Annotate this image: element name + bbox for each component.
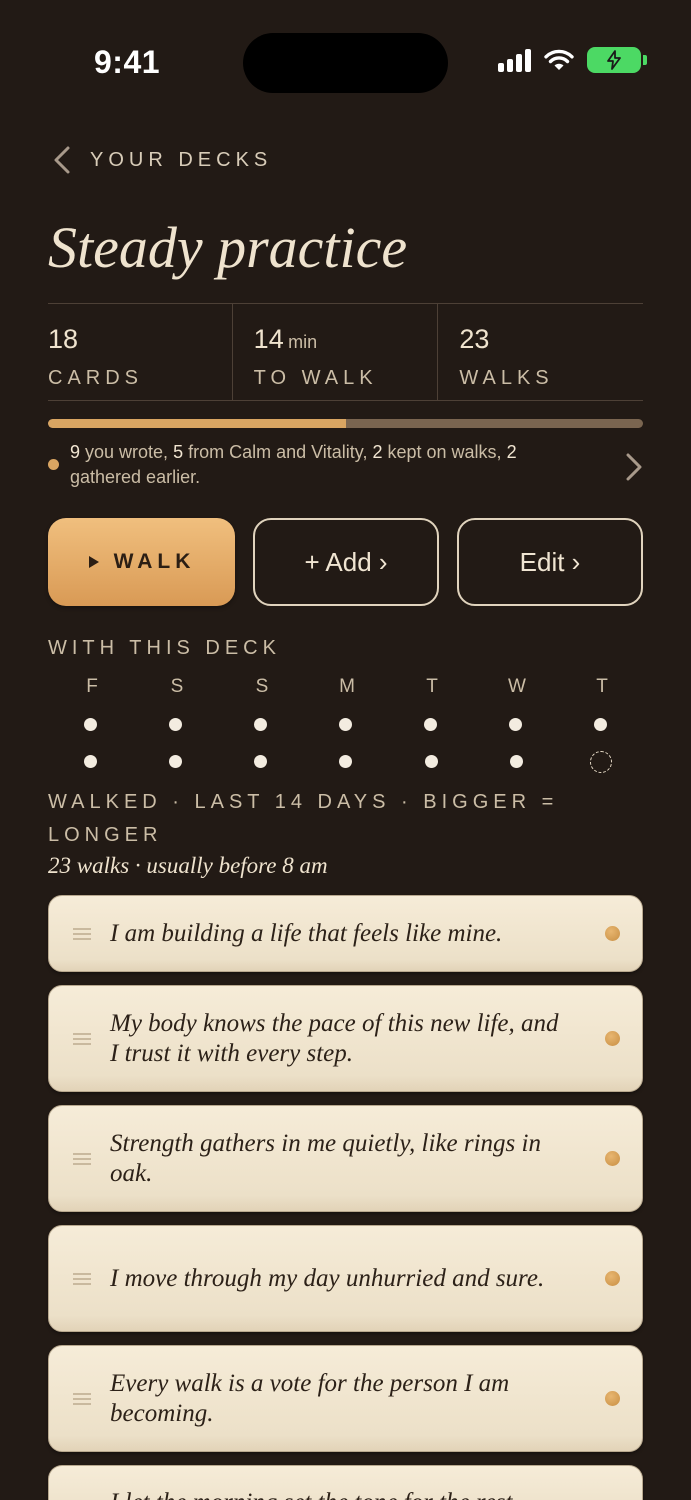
walk-dot	[84, 755, 97, 768]
card-source-dot	[605, 1031, 620, 1046]
walk-dot	[84, 718, 97, 731]
card-text: My body knows the pace of this new life,…	[110, 1009, 559, 1067]
walk-dot	[509, 755, 523, 768]
deck-composition[interactable]: 9 you wrote, 5 from Calm and Vitality, 2…	[48, 440, 643, 490]
back-label: YOUR DECKS	[90, 148, 273, 171]
calendar-week-row	[48, 751, 643, 773]
calendar-days: F S S M T W T	[48, 676, 643, 698]
walk-summary: 23 walks · usually before 8 am	[48, 853, 328, 878]
drag-handle-icon[interactable]	[73, 925, 91, 943]
walk-dot	[169, 755, 183, 768]
card-text: I move through my day unhurried and sure…	[110, 1264, 545, 1292]
stat-label: CARDS	[48, 367, 144, 389]
walk-dot	[509, 718, 522, 731]
card-source-dot	[605, 1391, 620, 1406]
walk-dot	[339, 755, 353, 768]
walk-dot	[594, 718, 607, 731]
stat-label: WALKS	[459, 367, 554, 389]
dynamic-island	[243, 33, 448, 93]
affirmation-card[interactable]: Every walk is a vote for the person I am…	[48, 1345, 643, 1452]
composition-bar-fill	[48, 419, 346, 428]
drag-handle-icon[interactable]	[73, 1030, 91, 1048]
page-title: Steady practice	[48, 215, 408, 280]
wifi-icon	[544, 49, 574, 70]
walk-dot	[424, 755, 438, 768]
cellular-signal-icon	[498, 48, 531, 72]
calendar-day: S	[170, 676, 184, 697]
calendar-day: S	[255, 676, 269, 697]
composition-dot	[48, 459, 59, 470]
status-icons	[498, 47, 647, 73]
back-to-decks-button[interactable]: YOUR DECKS	[52, 145, 272, 175]
walk-dot	[254, 718, 267, 731]
drag-handle-icon[interactable]	[73, 1150, 91, 1168]
card-source-dot	[605, 926, 620, 941]
chevron-left-icon	[54, 146, 70, 174]
stat-duration: 14 min TO WALK	[233, 304, 439, 400]
stat-value: 18	[48, 324, 79, 354]
deck-actions: WALK + Add › Edit ›	[48, 518, 643, 606]
affirmation-card[interactable]: I move through my day unhurried and sure…	[48, 1225, 643, 1332]
section-label: WITH THIS DECK	[48, 637, 281, 659]
deck-stats: 18 CARDS 14 min TO WALK 23 WALKS	[48, 303, 643, 401]
calendar-day: M	[339, 676, 355, 697]
affirmation-card[interactable]: Strength gathers in me quietly, like rin…	[48, 1105, 643, 1212]
card-text: Every walk is a vote for the person I am…	[110, 1369, 510, 1427]
affirmation-card[interactable]: I let the morning set the tone for the r…	[48, 1465, 643, 1500]
affirmation-card[interactable]: My body knows the pace of this new life,…	[48, 985, 643, 1092]
walk-label: WALK	[113, 550, 196, 573]
affirmation-card[interactable]: I am building a life that feels like min…	[48, 895, 643, 972]
walk-dot	[339, 718, 352, 731]
card-source-dot	[605, 1151, 620, 1166]
walk-dot	[254, 755, 268, 768]
card-text: I let the morning set the tone for the r…	[110, 1488, 560, 1500]
stat-value: 23	[459, 324, 490, 354]
calendar-day: W	[508, 676, 526, 697]
calendar-legend: WALKED · LAST 14 DAYS · BIGGER = LONGER	[48, 791, 559, 846]
card-source-dot	[605, 1271, 620, 1286]
stat-value: 14	[253, 324, 284, 354]
chevron-right-icon[interactable]	[625, 452, 643, 482]
card-text: I am building a life that feels like min…	[110, 919, 503, 947]
add-button[interactable]: + Add ›	[253, 518, 439, 606]
status-time: 9:41	[94, 44, 161, 80]
drag-handle-icon[interactable]	[73, 1270, 91, 1288]
card-text: Strength gathers in me quietly, like rin…	[110, 1129, 541, 1187]
stat-walks: 23 WALKS	[438, 304, 643, 400]
calendar-week-row	[48, 718, 643, 731]
calendar-day: T	[426, 676, 438, 697]
play-icon	[88, 556, 99, 568]
calendar-day: F	[86, 676, 98, 697]
walk-dot	[424, 718, 437, 731]
stat-label: TO WALK	[253, 367, 378, 389]
card-list: I am building a life that feels like min…	[48, 895, 643, 1500]
deck-composition-bar	[48, 419, 643, 428]
status-bar: 9:41	[0, 0, 691, 120]
stat-unit: min	[288, 332, 318, 352]
calendar-day: T	[596, 676, 608, 697]
battery-charging-icon	[587, 47, 647, 73]
walk-calendar: F S S M T W T	[48, 676, 643, 773]
walk-button[interactable]: WALK	[48, 518, 235, 606]
drag-handle-icon[interactable]	[73, 1390, 91, 1408]
stat-cards: 18 CARDS	[48, 304, 233, 400]
walk-dot	[169, 718, 182, 731]
composition-text: 9 you wrote, 5 from Calm and Vitality, 2…	[70, 442, 517, 487]
today-empty-dot	[589, 751, 612, 773]
edit-button[interactable]: Edit ›	[457, 518, 643, 606]
